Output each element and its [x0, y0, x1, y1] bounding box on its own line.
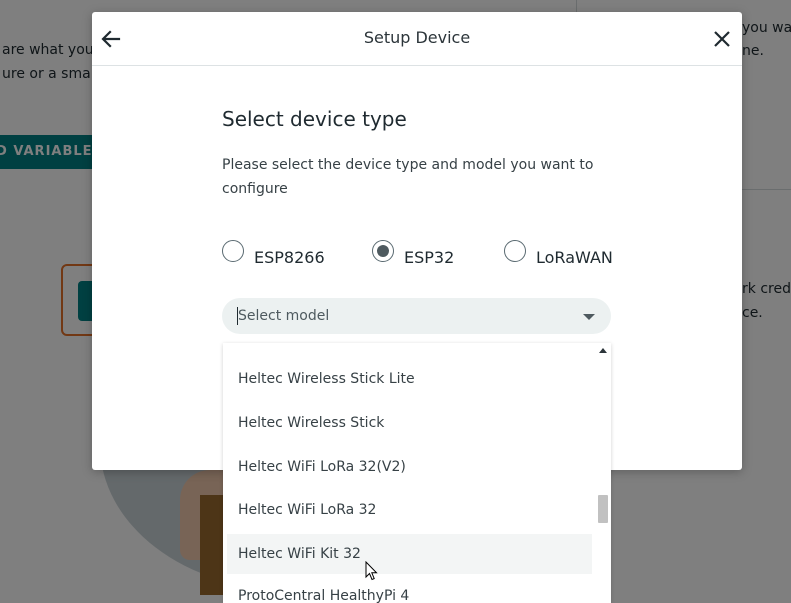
dialog-header: Setup Device	[92, 12, 742, 66]
radio-label: LoRaWAN	[536, 247, 613, 267]
model-dropdown-list[interactable]: Heltec Wireless Stick Lite Heltec Wirele…	[223, 343, 611, 603]
dropdown-option-hovered[interactable]: Heltec WiFi Kit 32	[227, 534, 592, 574]
radio-option-lorawan[interactable]: LoRaWAN	[504, 236, 613, 267]
dropdown-option[interactable]: Heltec Wireless Stick	[227, 403, 592, 443]
section-title: Select device type	[222, 107, 407, 131]
close-icon	[714, 31, 730, 47]
radio-option-esp8266[interactable]: ESP8266	[222, 236, 325, 267]
description-text: Please select the device type and model …	[222, 157, 594, 197]
dropdown-option[interactable]: Heltec WiFi LoRa 32	[227, 490, 592, 530]
model-select[interactable]: Select model	[222, 298, 611, 334]
radio-button[interactable]	[222, 240, 244, 262]
dialog-title: Setup Device	[363, 28, 471, 47]
radio-label: ESP8266	[254, 247, 325, 267]
chevron-down-icon[interactable]	[583, 314, 595, 320]
model-select-placeholder: Select model	[238, 308, 330, 324]
radio-label: ESP32	[404, 247, 455, 267]
dropdown-option[interactable]: ProtoCentral HealthyPi 4	[227, 576, 592, 603]
dropdown-option[interactable]: Heltec Wireless Stick Lite	[227, 359, 592, 399]
radio-option-esp32[interactable]: ESP32	[372, 236, 455, 267]
scrollbar-thumb[interactable]	[598, 495, 608, 523]
radio-button[interactable]	[372, 240, 394, 262]
dropdown-option[interactable]: Heltec WiFi LoRa 32(V2)	[227, 447, 592, 487]
radio-button[interactable]	[504, 240, 526, 262]
close-button[interactable]	[709, 26, 735, 52]
scroll-up-icon[interactable]	[599, 348, 607, 353]
dropdown-scrollbar[interactable]	[595, 343, 611, 603]
mouse-pointer-icon	[365, 561, 378, 581]
